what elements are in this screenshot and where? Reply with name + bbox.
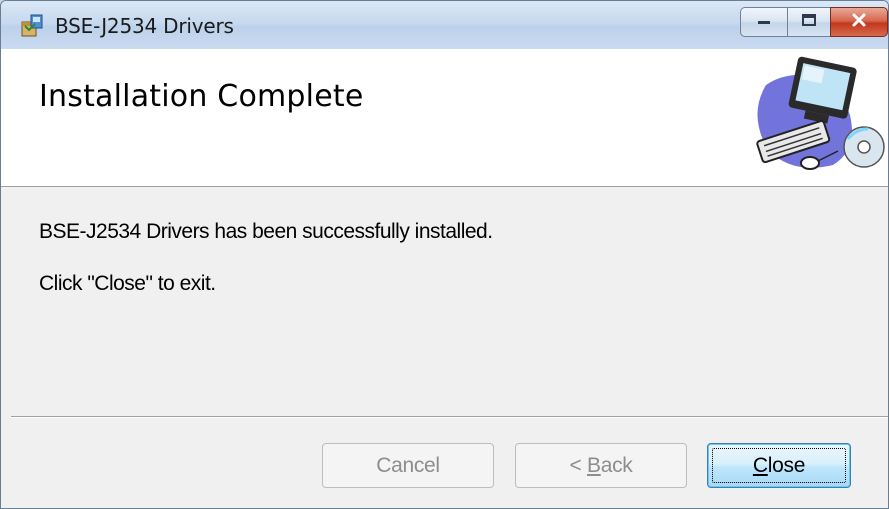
maximize-icon <box>801 13 817 32</box>
close-window-button[interactable] <box>830 7 888 37</box>
close-mnemonic: C <box>752 453 768 477</box>
minimize-button[interactable] <box>740 7 788 37</box>
close-icon <box>850 12 868 33</box>
caption-buttons <box>740 7 888 39</box>
back-button[interactable]: < Back <box>515 443 687 488</box>
cancel-button[interactable]: Cancel <box>322 443 494 488</box>
installer-window: BSE-J2534 Drivers Installation Complete … <box>0 0 889 509</box>
installer-package-icon <box>19 13 45 39</box>
close-label-rest: lose <box>767 453 806 477</box>
back-arrow-text: < <box>569 453 587 477</box>
back-mnemonic: B <box>587 453 601 477</box>
maximize-button[interactable] <box>787 7 831 37</box>
back-button-label: < Back <box>570 454 633 478</box>
computer-with-disc-icon <box>738 55 888 183</box>
close-button-label: Close <box>752 453 806 478</box>
title-bar[interactable]: BSE-J2534 Drivers <box>1 1 888 49</box>
window-title: BSE-J2534 Drivers <box>55 14 234 38</box>
back-label-rest: ack <box>600 453 633 477</box>
footer-separator <box>11 416 888 418</box>
minimize-icon <box>755 13 773 31</box>
cancel-button-label: Cancel <box>376 453 440 477</box>
exit-instruction: Click "Close" to exit. <box>39 272 216 295</box>
page-title: Installation Complete <box>39 79 364 114</box>
success-message: BSE-J2534 Drivers has been successfully … <box>39 220 493 243</box>
header-banner: Installation Complete <box>1 49 888 187</box>
close-button[interactable]: Close <box>707 443 851 488</box>
